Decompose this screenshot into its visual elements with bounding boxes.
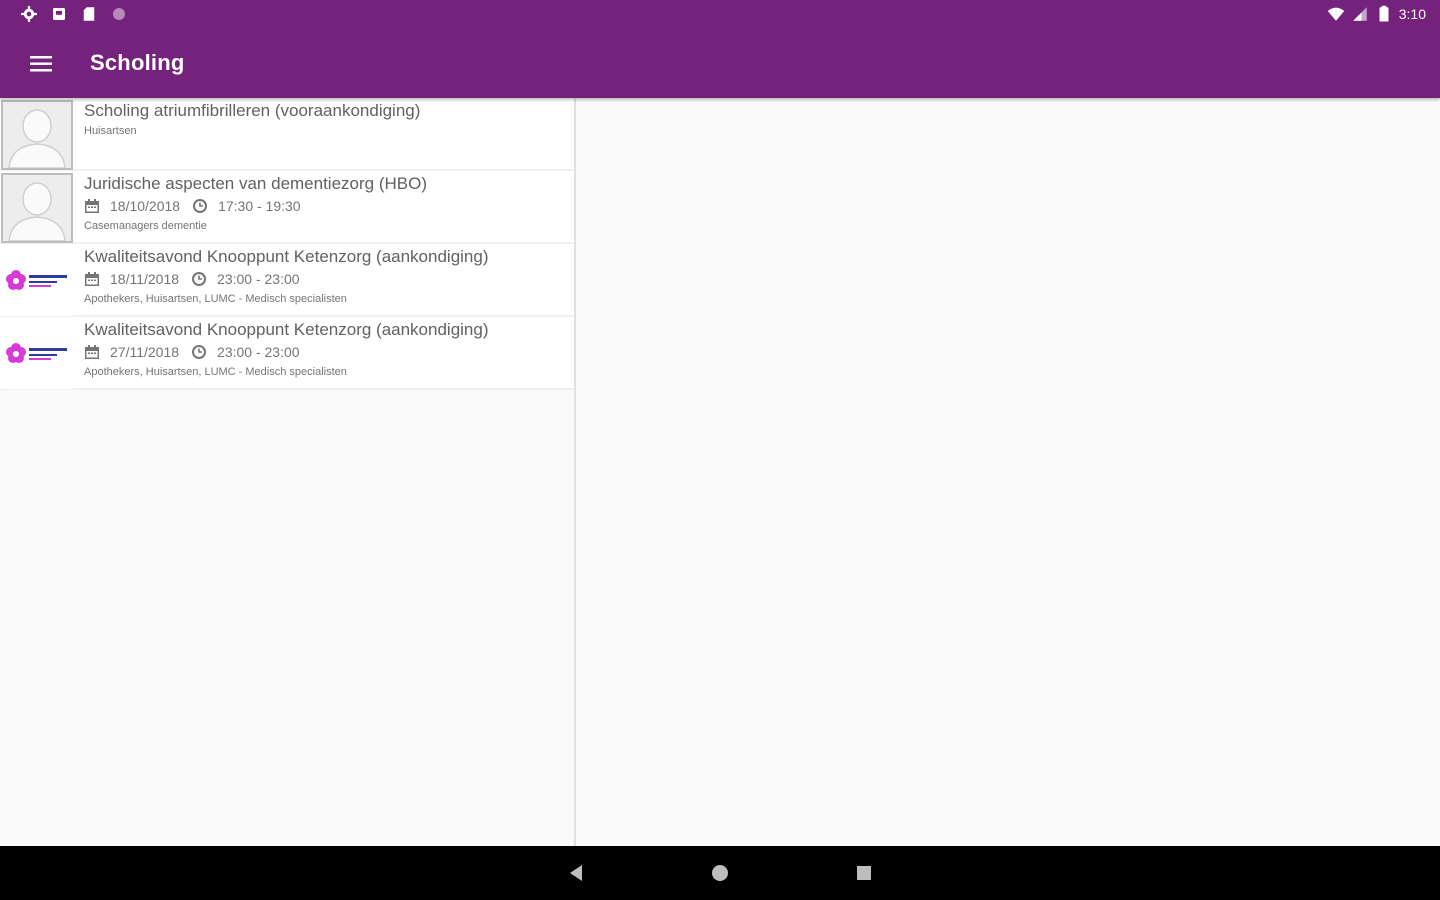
item-time: 17:30 - 19:30 — [218, 198, 301, 214]
list-item[interactable]: Kwaliteitsavond Knooppunt Ketenzorg (aan… — [0, 244, 574, 317]
item-time: 23:00 - 23:00 — [217, 271, 300, 287]
item-title: Kwaliteitsavond Knooppunt Ketenzorg (aan… — [84, 320, 489, 339]
back-triangle-icon[interactable] — [566, 863, 586, 883]
content-area: Scholing atriumfibrilleren (vooraankondi… — [0, 98, 1440, 846]
hamburger-menu-icon — [30, 56, 52, 72]
list-item[interactable]: Juridische aspecten van dementiezorg (HB… — [0, 171, 574, 244]
item-date: 27/11/2018 — [110, 344, 180, 360]
app-bar: Scholing — [0, 30, 1440, 98]
status-left-icons — [20, 5, 128, 23]
item-date: 18/10/2018 — [110, 198, 181, 214]
item-title: Kwaliteitsavond Knooppunt Ketenzorg (aan… — [84, 247, 489, 266]
menu-button[interactable] — [24, 48, 58, 80]
circle-icon — [113, 8, 125, 20]
item-title: Juridische aspecten van dementiezorg (HB… — [84, 174, 427, 193]
item-text: Scholing atriumfibrilleren (vooraankondi… — [84, 100, 566, 140]
item-meta: 18/11/2018 23:00 - 23:00 — [84, 268, 566, 290]
signal-icon — [1353, 7, 1367, 21]
calendar-icon — [85, 345, 99, 359]
avatar-placeholder-icon — [3, 175, 71, 241]
item-text: Juridische aspecten van dementiezorg (HB… — [84, 173, 566, 235]
clock-icon — [192, 345, 207, 359]
status-time: 3:10 — [1398, 6, 1426, 22]
knooppunt-logo — [1, 246, 73, 316]
avatar-placeholder-icon — [3, 102, 71, 168]
avatar — [1, 173, 73, 243]
detail-pane — [576, 98, 1440, 846]
avatar — [1, 100, 73, 170]
item-audience: Huisartsen — [84, 125, 137, 137]
calendar-icon — [85, 272, 99, 286]
recents-square-icon[interactable] — [854, 863, 874, 883]
item-title: Scholing atriumfibrilleren (vooraankondi… — [84, 101, 421, 120]
clock-icon — [192, 272, 207, 286]
sd-card-icon — [83, 7, 95, 21]
course-list: Scholing atriumfibrilleren (vooraankondi… — [0, 98, 576, 846]
wifi-icon — [1327, 7, 1344, 21]
item-audience: Apothekers, Huisartsen, LUMC - Medisch s… — [84, 366, 347, 378]
page-title: Scholing — [90, 50, 185, 75]
settings-icon — [21, 6, 37, 22]
item-text: Kwaliteitsavond Knooppunt Ketenzorg (aan… — [84, 246, 566, 308]
clock-icon — [193, 199, 208, 213]
battery-icon — [1379, 5, 1389, 22]
notification-icon — [53, 8, 65, 20]
knooppunt-logo-icon — [1, 246, 73, 316]
item-date: 18/11/2018 — [110, 271, 180, 287]
item-meta: 18/10/2018 17:30 - 19:30 — [84, 195, 566, 217]
item-text: Kwaliteitsavond Knooppunt Ketenzorg (aan… — [84, 319, 566, 381]
list-item[interactable]: Scholing atriumfibrilleren (vooraankondi… — [0, 98, 574, 171]
item-audience: Apothekers, Huisartsen, LUMC - Medisch s… — [84, 293, 347, 305]
item-time: 23:00 - 23:00 — [217, 344, 300, 360]
knooppunt-logo-icon — [1, 319, 73, 389]
item-audience: Casemanagers dementie — [84, 220, 207, 232]
status-bar: 3:10 — [0, 0, 1440, 30]
list-item[interactable]: Kwaliteitsavond Knooppunt Ketenzorg (aan… — [0, 317, 574, 390]
calendar-icon — [85, 199, 99, 213]
item-meta: 27/11/2018 23:00 - 23:00 — [84, 341, 566, 363]
status-right-icons: 3:10 — [1327, 5, 1426, 23]
home-circle-icon[interactable] — [710, 863, 730, 883]
navigation-bar — [0, 846, 1440, 900]
knooppunt-logo — [1, 319, 73, 389]
